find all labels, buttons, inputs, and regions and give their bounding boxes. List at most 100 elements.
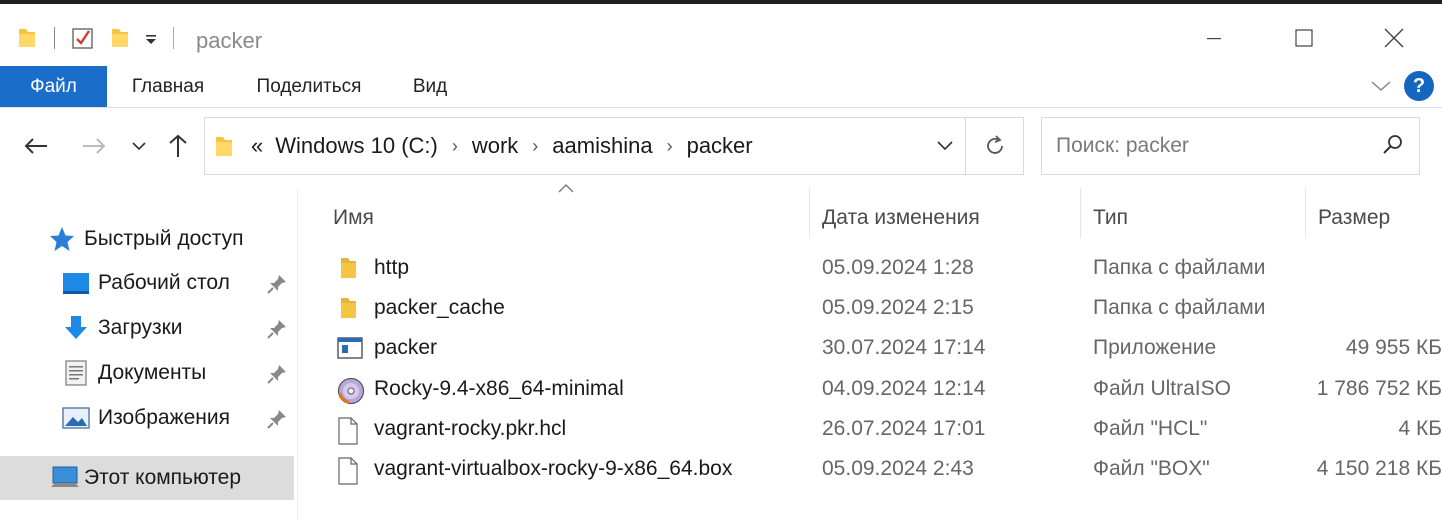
pin-icon[interactable] [266,363,288,391]
table-row[interactable]: packer 30.07.2024 17:14 Приложение 49 95… [299,328,1442,368]
maximize-icon [1295,29,1313,47]
table-row[interactable]: http 05.09.2024 1:28 Папка с файлами [299,248,1442,288]
quick-access-toolbar [16,24,174,52]
nav-label: Изображения [98,406,230,429]
folder-icon [213,133,235,159]
chevron-down-icon [1371,81,1391,92]
help-button[interactable]: ? [1404,71,1434,101]
file-name: vagrant-rocky.pkr.hcl [374,417,567,440]
refresh-button[interactable] [965,118,1023,174]
folder-icon [337,296,361,320]
checkbox-icon[interactable] [71,26,95,50]
file-name: Rocky-9.4-x86_64-minimal [374,377,624,400]
breadcrumb: « Windows 10 (C:) › work › aamishina › p… [243,118,753,174]
maximize-button[interactable] [1264,18,1344,58]
column-header-date[interactable]: Дата изменения [810,198,1078,238]
toolbar-divider [173,27,174,49]
file-size: 49 955 КБ [1345,336,1442,359]
breadcrumb-separator[interactable]: › [452,136,458,157]
chevron-down-icon [132,142,146,151]
minimize-icon [1207,38,1221,40]
file-size: 1 786 752 КБ [1316,377,1442,400]
nav-item-documents[interactable]: Документы [0,351,294,395]
computer-icon [50,465,80,491]
application-icon [337,336,363,360]
table-row[interactable]: Rocky-9.4-x86_64-minimal 04.09.2024 12:1… [299,369,1442,409]
arrow-left-icon [24,138,47,154]
breadcrumb-overflow[interactable]: « [251,133,263,159]
search-input[interactable]: Поиск: packer [1041,117,1420,175]
breadcrumb-separator[interactable]: › [532,136,538,157]
nav-item-downloads[interactable]: Загрузки [0,306,294,350]
toolbar-divider [54,27,55,49]
close-button[interactable] [1354,18,1434,58]
file-list: Имя Дата изменения Тип Размер http 05.09… [299,176,1442,520]
minimize-button[interactable] [1174,18,1254,58]
tab-share[interactable]: Поделиться [244,66,374,107]
tab-home[interactable]: Главная [118,66,218,107]
dropdown-icon[interactable] [143,26,159,50]
nav-item-this-pc[interactable]: Этот компьютер [0,456,294,500]
tab-view[interactable]: Вид [400,66,460,107]
back-button[interactable] [18,128,54,164]
folder-icon [337,256,361,280]
search-placeholder: Поиск: packer [1056,134,1189,157]
column-header-name[interactable]: Имя [321,198,807,238]
file-name: packer [374,336,438,359]
download-icon [62,314,90,342]
file-date: 05.09.2024 2:15 [822,296,974,319]
recent-locations-button[interactable] [124,128,154,164]
nav-label: Загрузки [98,316,183,339]
folder-icon[interactable] [16,26,38,50]
breadcrumb-drive[interactable]: Windows 10 (C:) [275,133,438,159]
breadcrumb-work[interactable]: work [472,133,518,159]
documents-icon [64,359,88,387]
file-date: 04.09.2024 12:14 [822,377,986,400]
nav-label: Быстрый доступ [84,227,244,250]
file-date: 05.09.2024 1:28 [822,256,974,279]
navigation-pane: Быстрый доступ Рабочий стол Загрузки Док… [0,189,298,520]
nav-label: Этот компьютер [84,466,242,489]
arrow-right-icon [83,138,106,154]
nav-item-pictures[interactable]: Изображения [0,396,294,440]
column-header-size[interactable]: Размер [1306,198,1442,238]
refresh-icon [986,135,1003,154]
file-date: 05.09.2024 2:43 [822,457,974,480]
file-type: Файл "HCL" [1093,417,1208,440]
forward-button[interactable] [76,128,112,164]
table-row[interactable]: vagrant-rocky.pkr.hcl 26.07.2024 17:01 Ф… [299,409,1442,449]
pictures-icon [62,406,90,430]
pin-icon[interactable] [266,318,288,346]
file-name: vagrant-virtualbox-rocky-9-x86_64.box [374,457,733,480]
breadcrumb-separator[interactable]: › [667,136,673,157]
file-date: 30.07.2024 17:14 [822,336,986,359]
nav-item-desktop[interactable]: Рабочий стол [0,261,294,305]
file-size: 4 150 218 КБ [1316,457,1442,480]
desktop-icon [62,271,90,295]
file-name: packer_cache [374,296,505,319]
file-explorer-window: packer Файл Главная Поделиться Вид ? « W… [0,0,1442,520]
up-button[interactable] [160,128,196,164]
pin-icon[interactable] [266,273,288,301]
address-bar[interactable]: « Windows 10 (C:) › work › aamishina › p… [204,117,1024,175]
close-icon [1384,28,1404,48]
pin-icon[interactable] [266,408,288,436]
tab-file[interactable]: Файл [0,66,107,107]
column-header-type[interactable]: Тип [1081,198,1303,238]
breadcrumb-aamishina[interactable]: aamishina [552,133,652,159]
file-size [1202,248,1442,288]
ribbon-expand-button[interactable] [1370,76,1392,101]
folder-icon[interactable] [109,26,131,50]
file-icon [337,417,361,445]
table-row[interactable]: packer_cache 05.09.2024 2:15 Папка с фай… [299,288,1442,328]
file-date: 26.07.2024 17:01 [822,417,986,440]
file-size [1202,288,1442,328]
search-icon[interactable] [1381,133,1405,163]
breadcrumb-packer[interactable]: packer [687,133,753,159]
nav-quick-access[interactable]: Быстрый доступ [0,217,294,261]
star-icon [48,225,76,253]
ribbon-tabs: Файл Главная Поделиться Вид ? [0,66,1442,108]
address-history-button[interactable] [925,118,965,174]
table-row[interactable]: vagrant-virtualbox-rocky-9-x86_64.box 05… [299,449,1442,489]
file-size: 4 КБ [1398,417,1442,440]
